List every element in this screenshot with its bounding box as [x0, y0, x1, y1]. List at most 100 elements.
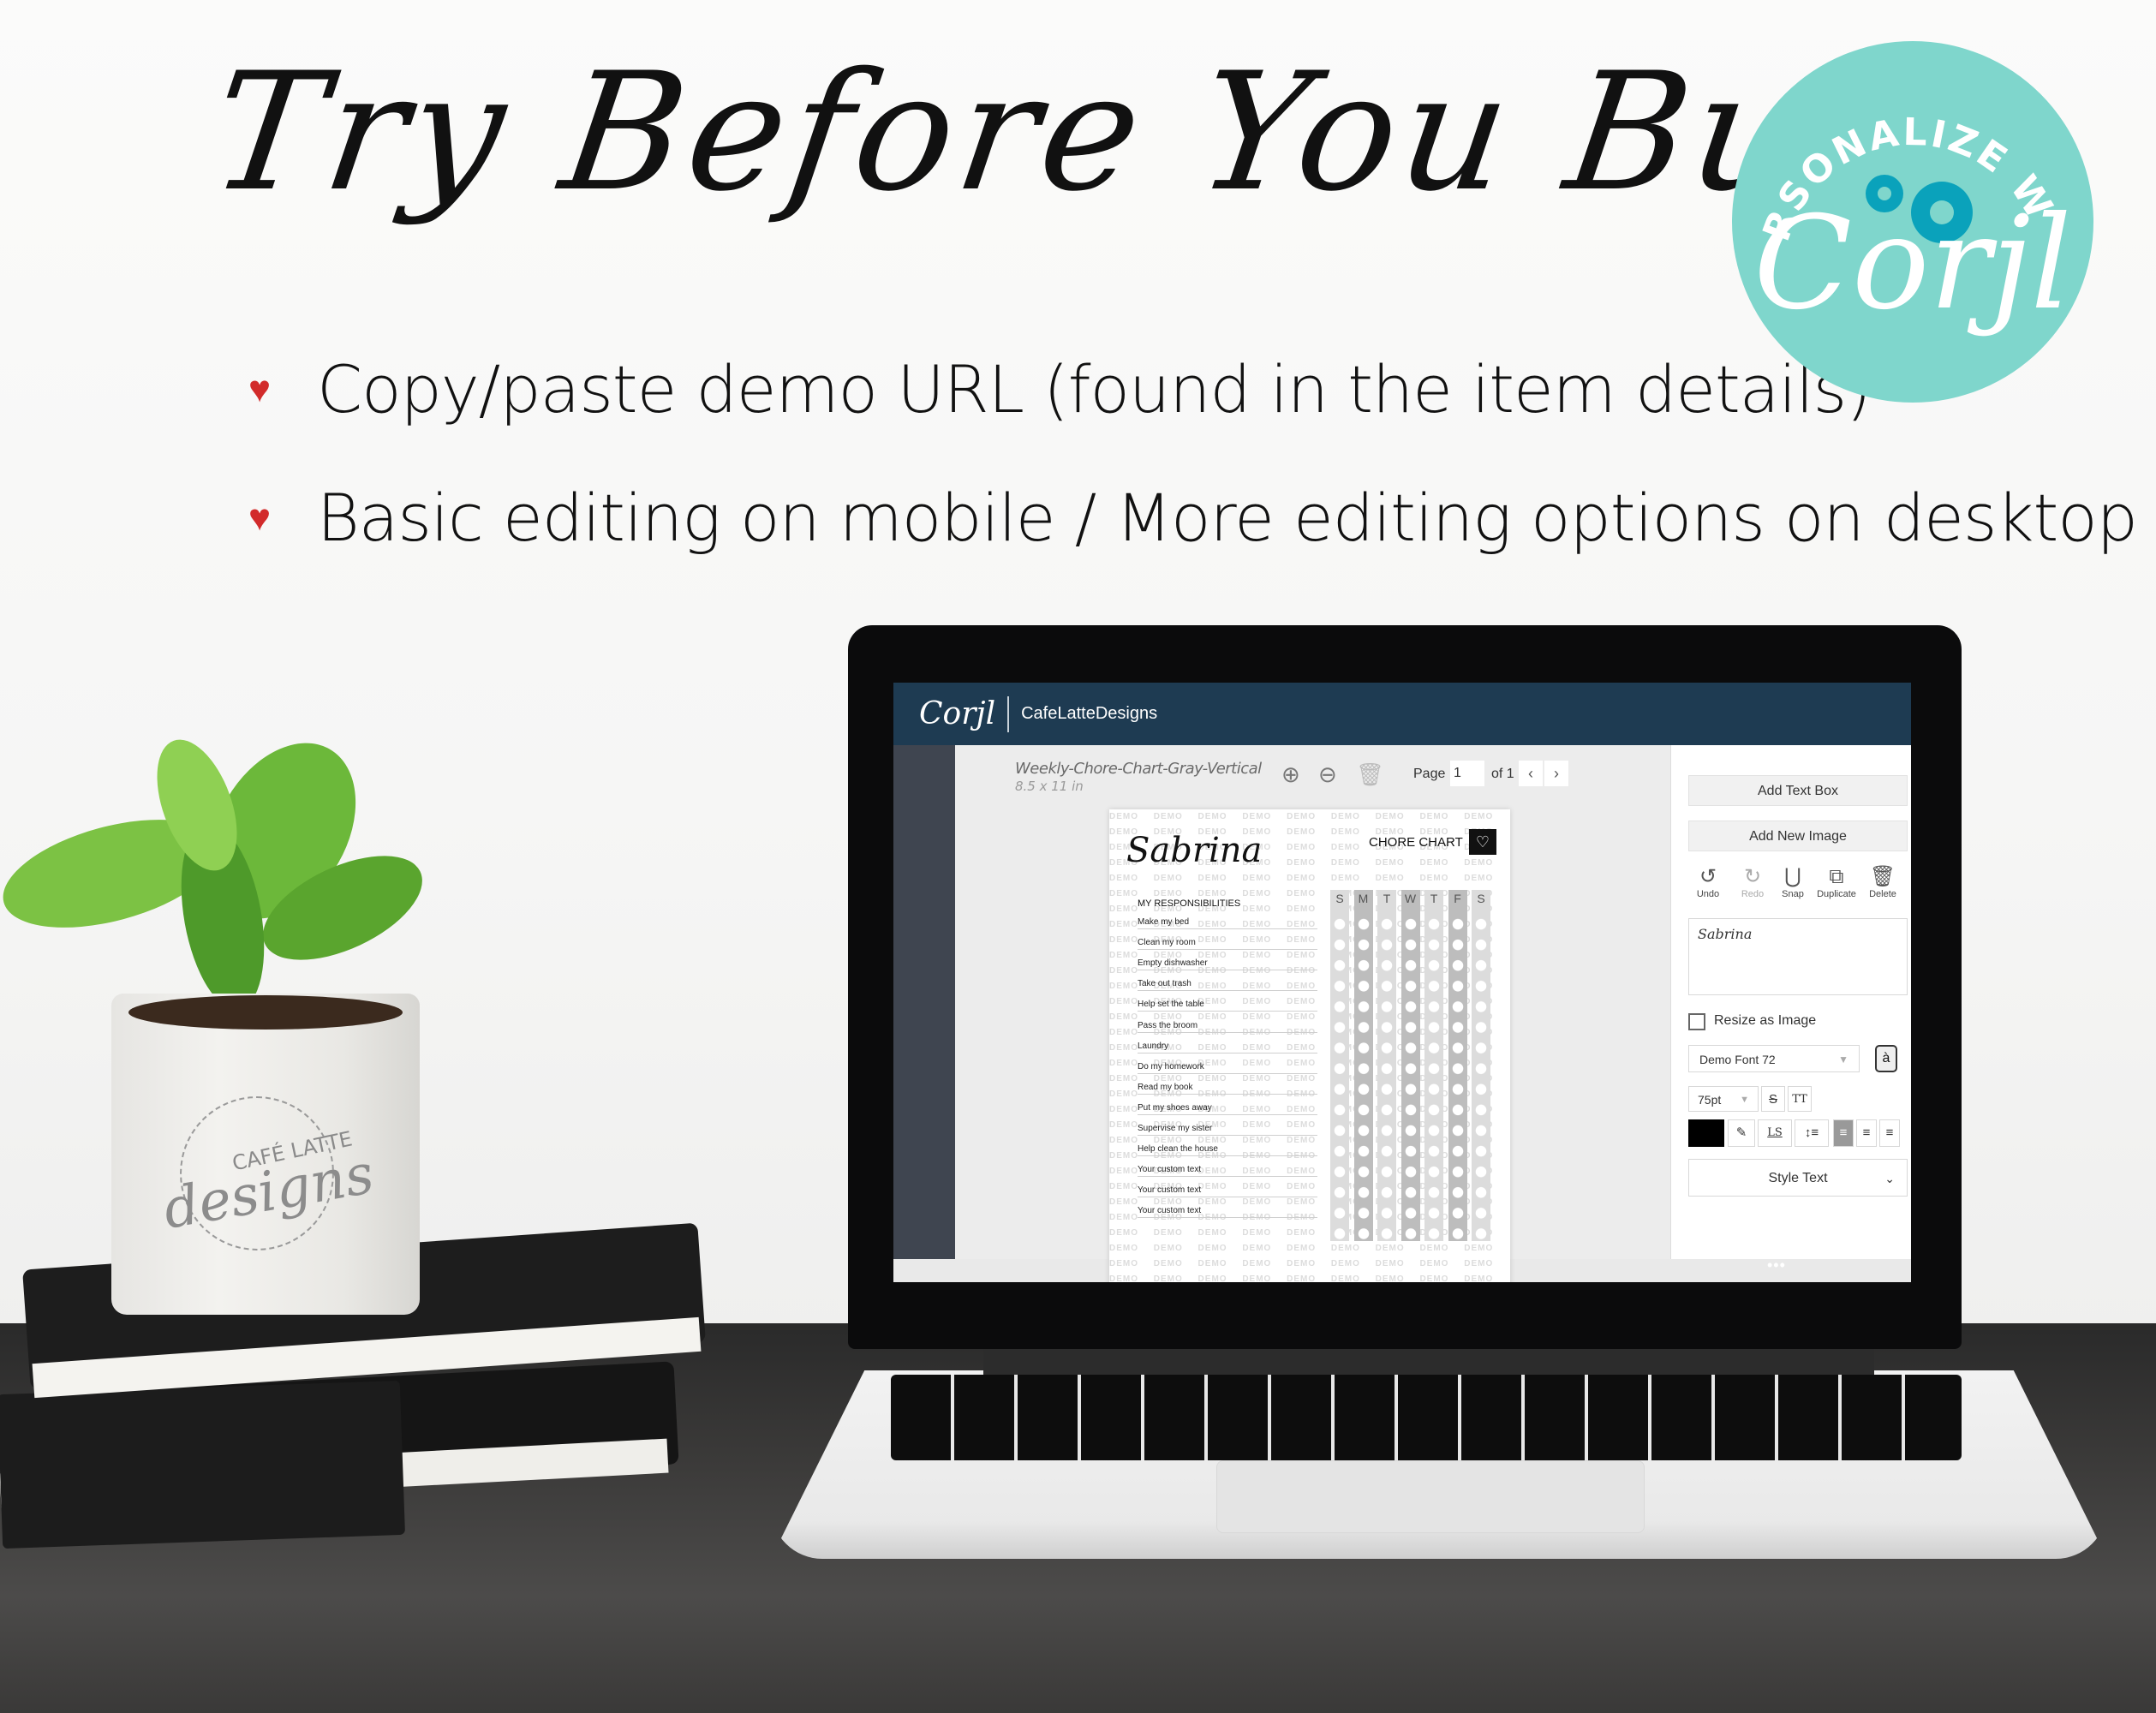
day-column[interactable]: F [1448, 890, 1467, 1241]
chore-item[interactable]: Help set the table [1138, 1000, 1317, 1012]
shop-name[interactable]: CafeLatteDesigns [1021, 704, 1157, 724]
resize-as-image-checkbox[interactable] [1688, 1013, 1705, 1030]
strikethrough-button[interactable]: S [1761, 1086, 1785, 1112]
duplicate-icon: ⧉ [1829, 865, 1844, 888]
laptop-screen: Corjl CafeLatteDesigns Weekly-Chore-Char… [893, 683, 1911, 1282]
corjl-logo[interactable]: Corjl [919, 696, 995, 731]
page-label: Page [1413, 767, 1446, 781]
undo-icon: ↺ [1699, 865, 1717, 888]
heart-icon: ♥ [248, 496, 272, 539]
chore-item[interactable]: Do my homework [1138, 1062, 1317, 1074]
heart-icon[interactable]: ♡ [1469, 829, 1496, 855]
undo-button[interactable]: ↺ Undo [1687, 865, 1729, 899]
font-size-select[interactable]: 75pt ▼ [1688, 1086, 1759, 1112]
delete-button[interactable]: 🗑 Delete [1861, 865, 1904, 899]
checkbox-circles[interactable] [1403, 914, 1418, 1239]
align-left-button[interactable]: ≡ [1833, 1119, 1854, 1147]
chart-title[interactable]: CHORE CHART [1369, 835, 1463, 850]
day-column[interactable]: S [1330, 890, 1349, 1241]
laptop-hinge [983, 1349, 1874, 1375]
child-name-text[interactable]: Sabrina [1126, 831, 1262, 870]
heart-icon: ♥ [248, 367, 272, 410]
chore-item[interactable]: Help clean the house [1138, 1144, 1317, 1157]
bullet-item: ♥ Copy/paste demo URL (found in the item… [248, 351, 1872, 427]
laptop-keyboard [891, 1375, 1962, 1460]
eyedropper-icon[interactable]: ✎ [1728, 1119, 1755, 1147]
font-select[interactable]: Demo Font 72 ▼ [1688, 1045, 1860, 1072]
snap-button[interactable]: ⋃ Snap [1771, 865, 1814, 899]
prev-page-button[interactable]: ‹ [1519, 761, 1543, 786]
redo-label: Redo [1741, 889, 1765, 899]
laptop-trackpad [1216, 1460, 1645, 1533]
chore-item[interactable]: Your custom text [1138, 1185, 1317, 1198]
checkbox-circles[interactable] [1450, 914, 1465, 1239]
chore-item[interactable]: Read my book [1138, 1083, 1317, 1095]
day-column[interactable]: T [1424, 890, 1443, 1241]
day-column[interactable]: W [1401, 890, 1420, 1241]
checkbox-circles[interactable] [1333, 914, 1347, 1239]
day-column[interactable]: S [1472, 890, 1490, 1241]
plant-leaves [3, 739, 422, 1010]
chore-item[interactable]: Make my bed [1138, 917, 1317, 929]
chevron-down-icon: ⌄ [1884, 1172, 1895, 1185]
style-text-dropdown[interactable]: Style Text ⌄ [1688, 1159, 1908, 1197]
day-letter: T [1430, 892, 1438, 905]
line-height-button[interactable]: ↕≡ [1795, 1119, 1829, 1147]
add-text-box-button[interactable]: Add Text Box [1688, 775, 1908, 806]
checkbox-circles[interactable] [1356, 914, 1371, 1239]
next-page-button[interactable]: › [1544, 761, 1568, 786]
align-center-button[interactable]: ≡ [1856, 1119, 1877, 1147]
chore-item[interactable]: Put my shoes away [1138, 1103, 1317, 1115]
bullet-text: Copy/paste demo URL (found in the item d… [317, 351, 1872, 427]
all-caps-button[interactable]: TT [1788, 1086, 1812, 1112]
glyphs-button[interactable]: à [1875, 1045, 1897, 1072]
redo-button[interactable]: ↻ Redo [1731, 865, 1774, 899]
letter-spacing-button[interactable]: LS [1758, 1119, 1792, 1147]
redo-icon: ↻ [1743, 865, 1762, 888]
properties-panel: Add Text Box Add New Image ↺ Undo ↻ Redo ⋃… [1670, 745, 1911, 1259]
chore-item[interactable]: Laundry [1138, 1042, 1317, 1053]
left-rail [893, 745, 955, 1259]
day-letter: M [1358, 892, 1369, 905]
day-column[interactable]: T [1377, 890, 1396, 1241]
chore-chart-document[interactable]: DEMO DEMO DEMO DEMO DEMO DEMO DEMO DEMO … [1109, 809, 1510, 1282]
page-number-input[interactable] [1450, 761, 1484, 786]
day-letter: S [1477, 892, 1485, 905]
add-new-image-button[interactable]: Add New Image [1688, 821, 1908, 851]
duplicate-button[interactable]: ⧉ Duplicate [1815, 865, 1858, 899]
chore-item[interactable]: Clean my room [1138, 938, 1317, 951]
day-letter: T [1383, 892, 1391, 905]
text-content-input[interactable]: Sabrina [1688, 918, 1908, 995]
more-options-icon[interactable]: ••• [1767, 1256, 1786, 1274]
pot-soil [128, 995, 403, 1030]
trash-icon[interactable]: 🗑 [1356, 761, 1384, 788]
responsibilities-heading[interactable]: MY RESPONSIBILITIES [1138, 898, 1240, 909]
caret-down-icon: ▼ [1740, 1095, 1749, 1105]
font-size-value: 75pt [1698, 1093, 1722, 1107]
align-right-button[interactable]: ≡ [1879, 1119, 1900, 1147]
chore-item[interactable]: Empty dishwasher [1138, 958, 1317, 971]
day-letter: S [1335, 892, 1344, 905]
checkbox-circles[interactable] [1427, 914, 1441, 1239]
duplicate-label: Duplicate [1817, 889, 1856, 899]
book [0, 1380, 405, 1549]
zoom-in-icon[interactable]: ⊕ [1281, 761, 1300, 788]
zoom-out-icon[interactable]: ⊖ [1318, 761, 1337, 788]
checkbox-circles[interactable] [1474, 914, 1488, 1239]
resize-as-image-label[interactable]: Resize as Image [1714, 1013, 1816, 1029]
bullet-item: ♥ Basic editing on mobile / More editing… [248, 480, 2138, 556]
personalize-badge: PERSONALIZE WITH Corjl [1732, 41, 2093, 403]
trash-icon: 🗑 [1869, 865, 1896, 888]
chore-item[interactable]: Your custom text [1138, 1165, 1317, 1178]
divider [1007, 695, 1010, 732]
chore-item[interactable]: Supervise my sister [1138, 1124, 1317, 1136]
chore-item[interactable]: Pass the broom [1138, 1021, 1317, 1033]
cafe-latte-logo: CAFÉ LATTE designs [128, 1088, 385, 1259]
text-color-swatch[interactable] [1688, 1119, 1724, 1147]
checkbox-circles[interactable] [1380, 914, 1394, 1239]
headline: Try Before You Buy! [200, 38, 1986, 227]
chore-item[interactable]: Take out trash [1138, 979, 1317, 992]
bullet-text: Basic editing on mobile / More editing o… [317, 480, 2138, 556]
chore-item[interactable]: Your custom text [1138, 1206, 1317, 1219]
day-column[interactable]: M [1353, 890, 1373, 1241]
